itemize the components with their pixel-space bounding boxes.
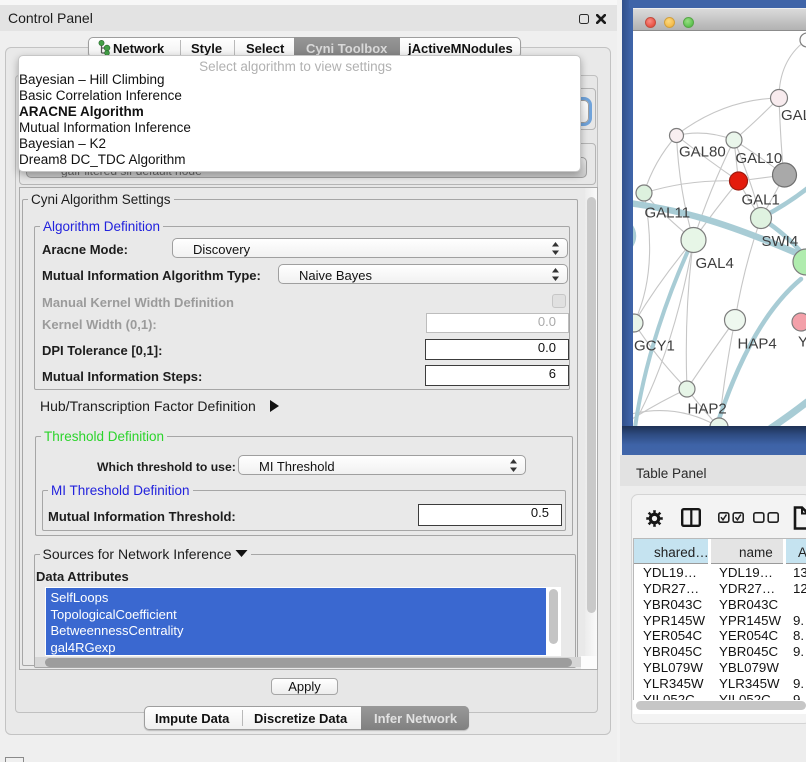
svg-text:Y: Y [798, 334, 806, 351]
svg-text:GAL80: GAL80 [679, 144, 726, 161]
svg-text:GAL10: GAL10 [736, 150, 783, 167]
svg-text:GAL7: GAL7 [781, 107, 806, 124]
svg-text:GAL1: GAL1 [742, 192, 780, 209]
svg-text:HAP4: HAP4 [738, 336, 777, 353]
svg-text:GAL11: GAL11 [645, 205, 691, 222]
svg-text:HAP2: HAP2 [688, 401, 727, 418]
svg-text:GAL4: GAL4 [696, 255, 734, 272]
svg-text:SWI4: SWI4 [762, 233, 799, 250]
svg-text:GCY1: GCY1 [634, 338, 675, 355]
